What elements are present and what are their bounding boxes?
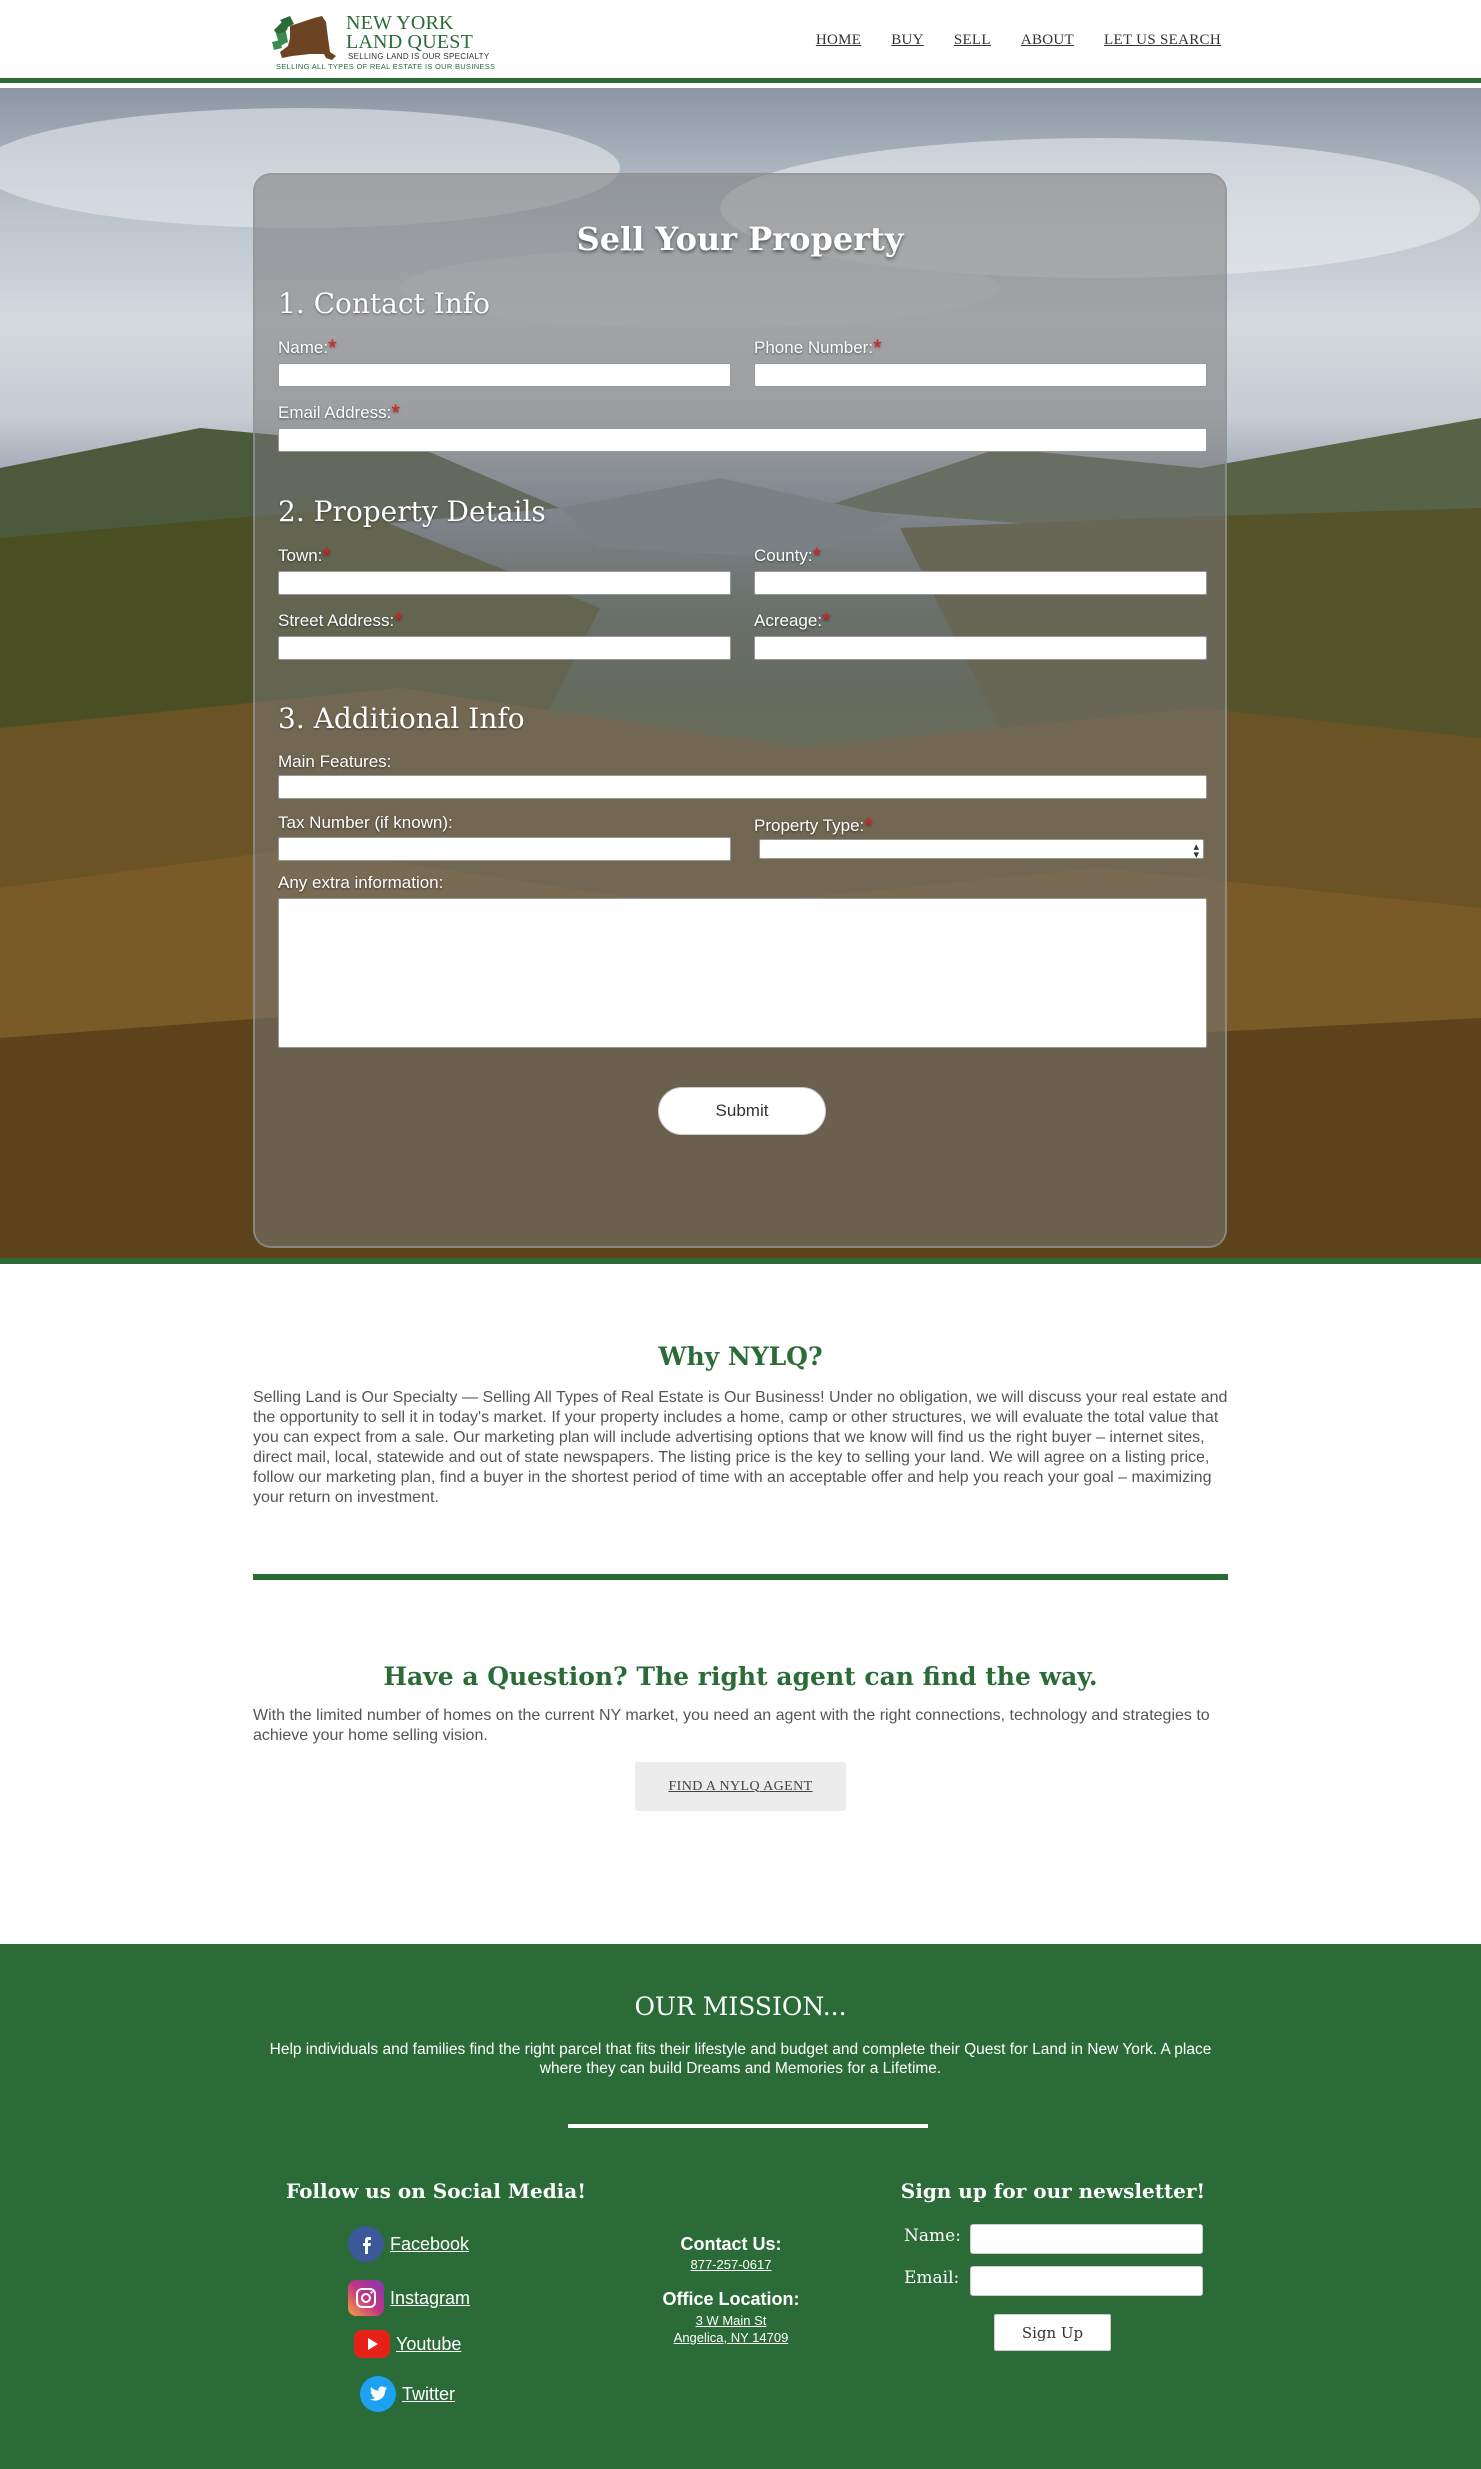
newsletter-email-input[interactable]	[970, 2266, 1203, 2296]
nav-about[interactable]: ABOUT	[1021, 32, 1074, 49]
logo-tagline: SELLING LAND IS OUR SPECIALTY	[348, 52, 490, 61]
required-marker: *	[394, 608, 403, 633]
address-line1-link[interactable]: 3 W Main St	[581, 2313, 881, 2328]
why-text: Selling Land is Our Specialty — Selling …	[253, 1389, 1228, 1506]
email-label: Email Address:*	[278, 400, 400, 425]
social-youtube[interactable]: Youtube	[354, 2330, 461, 2358]
nav-buy[interactable]: BUY	[891, 32, 924, 49]
section-divider	[253, 1574, 1228, 1580]
required-marker: *	[391, 400, 400, 425]
tax-label: Tax Number (if known):	[278, 813, 453, 832]
question-title: Have a Question? The right agent can fin…	[383, 1662, 1098, 1691]
address-line2-link[interactable]: Angelica, NY 14709	[581, 2330, 881, 2345]
newsletter-name-label: Name:	[904, 2226, 961, 2246]
newsletter-title: Sign up for our newsletter!	[900, 2179, 1206, 2203]
tax-input[interactable]	[278, 837, 731, 861]
name-input[interactable]	[278, 363, 731, 387]
sell-property-form: Sell Your Property 1. Contact Info Name:…	[253, 173, 1227, 1248]
youtube-link[interactable]: Youtube	[396, 2334, 461, 2355]
twitter-icon	[360, 2376, 396, 2412]
street-label: Street Address:*	[278, 608, 403, 633]
instagram-link[interactable]: Instagram	[390, 2288, 470, 2309]
features-label: Main Features:	[278, 752, 392, 771]
acreage-label: Acreage:*	[754, 608, 831, 633]
required-marker: *	[322, 543, 331, 568]
find-agent-button[interactable]: FIND A NYLQ AGENT	[635, 1762, 846, 1811]
phone-link[interactable]: 877-257-0617	[581, 2257, 881, 2272]
hero-background: Sell Your Property 1. Contact Info Name:…	[0, 88, 1481, 1258]
submit-button[interactable]: Submit	[658, 1087, 826, 1135]
email-input[interactable]	[278, 428, 1207, 452]
social-instagram[interactable]: Instagram	[348, 2280, 470, 2316]
phone-label: Phone Number:*	[754, 335, 882, 360]
form-title: Sell Your Property	[576, 220, 904, 258]
mission-title: OUR MISSION...	[634, 1992, 847, 2021]
social-title: Follow us on Social Media!	[285, 2179, 587, 2203]
section-property-details: 2. Property Details	[278, 495, 546, 528]
facebook-icon	[348, 2226, 384, 2262]
social-twitter[interactable]: Twitter	[360, 2376, 455, 2412]
youtube-icon	[354, 2330, 390, 2358]
twitter-link[interactable]: Twitter	[402, 2384, 455, 2405]
hero-divider	[0, 1258, 1481, 1264]
newsletter-email-label: Email:	[904, 2268, 960, 2288]
features-input[interactable]	[278, 775, 1207, 799]
select-arrows-icon: ▴ ▾	[1193, 841, 1199, 861]
county-label: County:*	[754, 543, 822, 568]
contact-heading: Contact Us:	[680, 2234, 782, 2254]
town-label: Town:*	[278, 543, 331, 568]
office-heading: Office Location:	[662, 2289, 800, 2309]
type-label: Property Type:*	[754, 813, 873, 838]
extra-info-textarea[interactable]	[278, 898, 1207, 1048]
logo-subtagline: SELLING ALL TYPES OF REAL ESTATE IS OUR …	[276, 62, 496, 71]
required-marker: *	[812, 543, 822, 568]
facebook-link[interactable]: Facebook	[390, 2234, 469, 2255]
site-footer: OUR MISSION... Help individuals and fami…	[0, 1944, 1481, 2469]
county-input[interactable]	[754, 571, 1207, 595]
required-marker: *	[328, 335, 337, 360]
property-type-select[interactable]: ▴ ▾	[759, 839, 1204, 861]
required-marker: *	[873, 335, 882, 360]
site-logo[interactable]: NEW YORK LAND QUEST SELLING LAND IS OUR …	[270, 12, 495, 74]
section-contact-info: 1. Contact Info	[278, 287, 491, 320]
extra-label: Any extra information:	[278, 873, 444, 892]
logo-title: NEW YORK LAND QUEST	[346, 12, 473, 53]
section-additional-info: 3. Additional Info	[278, 702, 525, 735]
required-marker: *	[864, 813, 873, 838]
main-nav: HOME BUY SELL ABOUT LET US SEARCH	[816, 32, 1221, 49]
footer-divider	[568, 2124, 928, 2128]
site-header: NEW YORK LAND QUEST SELLING LAND IS OUR …	[0, 0, 1481, 83]
signup-button[interactable]: Sign Up	[994, 2314, 1111, 2351]
question-text: With the limited number of homes on the …	[253, 1707, 1210, 1744]
newsletter-name-input[interactable]	[970, 2224, 1203, 2254]
nav-home[interactable]: HOME	[816, 32, 861, 49]
nav-sell[interactable]: SELL	[954, 32, 991, 49]
mission-text: Help individuals and families find the r…	[269, 2041, 1212, 2077]
instagram-icon	[348, 2280, 384, 2316]
phone-input[interactable]	[754, 363, 1207, 387]
street-input[interactable]	[278, 636, 731, 660]
town-input[interactable]	[278, 571, 731, 595]
acreage-input[interactable]	[754, 636, 1207, 660]
new-york-map-logo-icon	[272, 16, 336, 60]
nav-let-us-search[interactable]: LET US SEARCH	[1104, 32, 1221, 49]
name-label: Name:*	[278, 335, 337, 360]
why-title: Why NYLQ?	[658, 1342, 823, 1371]
required-marker: *	[822, 608, 831, 633]
social-facebook[interactable]: Facebook	[348, 2226, 469, 2262]
